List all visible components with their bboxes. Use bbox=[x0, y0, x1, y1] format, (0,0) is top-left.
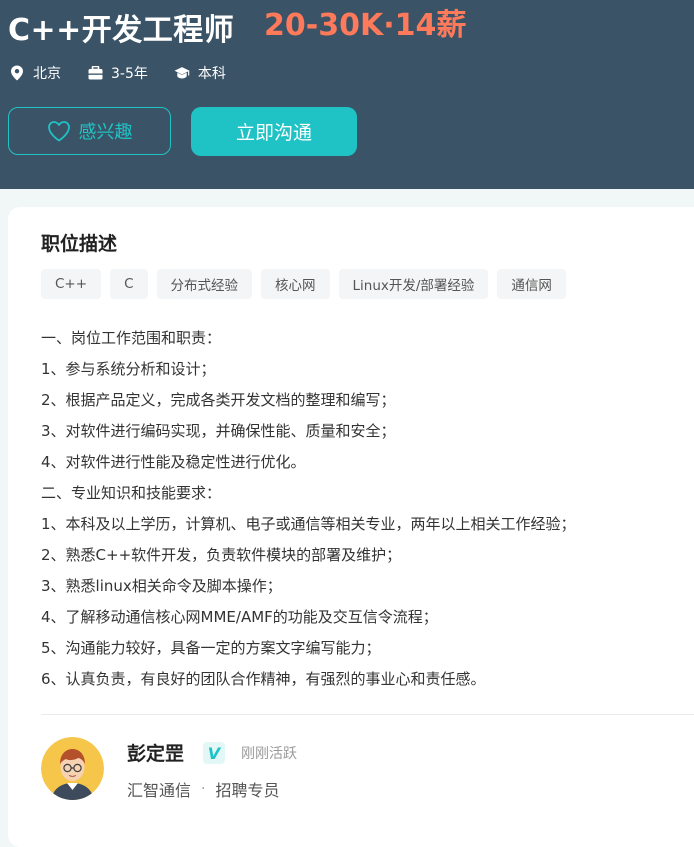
meta-experience: 3-5年 bbox=[87, 63, 148, 83]
location-pin-icon bbox=[9, 65, 25, 81]
recruiter-company: 汇智通信 bbox=[127, 781, 192, 800]
divider bbox=[41, 714, 694, 715]
skill-tag: Linux开发/部署经验 bbox=[338, 269, 489, 299]
description-line: 二、专业知识和技能要求： bbox=[41, 484, 222, 502]
skill-tag: C++ bbox=[41, 269, 102, 299]
recruiter-name: 彭定罡 bbox=[127, 743, 185, 765]
interest-button[interactable]: 感兴趣 bbox=[8, 107, 171, 155]
briefcase-icon bbox=[87, 65, 103, 81]
description-line: 2、根据产品定义，完成各类开发文档的整理和编写； bbox=[41, 391, 396, 409]
skill-tag: 分布式经验 bbox=[156, 269, 252, 299]
active-status: 刚刚活跃 bbox=[241, 746, 297, 762]
title-row: C++开发工程师 bbox=[8, 2, 234, 52]
description-line: 一、岗位工作范围和职责： bbox=[41, 329, 222, 347]
description-line: 2、熟悉C++软件开发，负责软件模块的部署及维护； bbox=[41, 546, 402, 564]
description-line: 1、本科及以上学历，计算机、电子或通信等相关专业，两年以上相关工作经验； bbox=[41, 515, 576, 533]
section-title: 职位描述 bbox=[41, 233, 118, 255]
meta-experience-label: 3-5年 bbox=[111, 66, 148, 82]
description-line: 1、参与系统分析和设计； bbox=[41, 360, 216, 378]
job-meta: 北京 3-5年 本科 bbox=[9, 62, 252, 84]
description-line: 6、认真负责，有良好的团队合作精神，有强烈的事业心和责任感。 bbox=[41, 670, 486, 688]
description-line: 5、沟通能力较好，具备一定的方案文字编写能力； bbox=[41, 639, 381, 657]
recruiter-company-row: 汇智通信 · 招聘专员 bbox=[127, 777, 279, 801]
meta-degree: 本科 bbox=[174, 63, 226, 83]
skill-tag: 通信网 bbox=[497, 269, 566, 299]
skill-tag: 核心网 bbox=[261, 269, 330, 299]
avatar[interactable] bbox=[41, 737, 104, 800]
job-header: C++开发工程师 20-30K·14薪 北京 3-5年 本科 感兴趣 立即沟通 bbox=[0, 0, 694, 189]
graduation-cap-icon bbox=[174, 65, 190, 81]
recruiter-info[interactable]: 彭定罡 V 刚刚活跃 汇智通信 · 招聘专员 bbox=[41, 737, 681, 807]
meta-degree-label: 本科 bbox=[197, 66, 226, 82]
job-description-text: 一、岗位工作范围和职责： 1、参与系统分析和设计； 2、根据产品定义，完成各类开… bbox=[41, 323, 681, 695]
salary: 20-30K·14薪 bbox=[264, 8, 467, 43]
recruiter-position: 招聘专员 bbox=[215, 781, 280, 800]
meta-city-label: 北京 bbox=[33, 66, 61, 82]
job-title: C++开发工程师 bbox=[8, 13, 235, 48]
job-description-card: 职位描述 C++ C 分布式经验 核心网 Linux开发/部署经验 通信网 一、… bbox=[8, 207, 694, 847]
heart-icon bbox=[47, 120, 71, 142]
skill-tag: C bbox=[110, 269, 148, 299]
interest-label: 感兴趣 bbox=[78, 122, 133, 143]
description-line: 3、对软件进行编码实现，并确保性能、质量和安全； bbox=[41, 422, 396, 440]
meta-city: 北京 bbox=[9, 63, 61, 83]
skill-tags: C++ C 分布式经验 核心网 Linux开发/部署经验 通信网 bbox=[41, 269, 575, 299]
separator-dot: · bbox=[201, 781, 206, 797]
description-line: 4、对软件进行性能及稳定性进行优化。 bbox=[41, 453, 306, 471]
description-line: 3、熟悉linux相关命令及脚本操作； bbox=[41, 577, 282, 595]
description-line: 4、了解移动通信核心网MME/AMF的功能及交互信令流程； bbox=[41, 608, 438, 626]
verified-badge-icon: V bbox=[203, 742, 225, 764]
chat-now-button[interactable]: 立即沟通 bbox=[191, 107, 357, 156]
